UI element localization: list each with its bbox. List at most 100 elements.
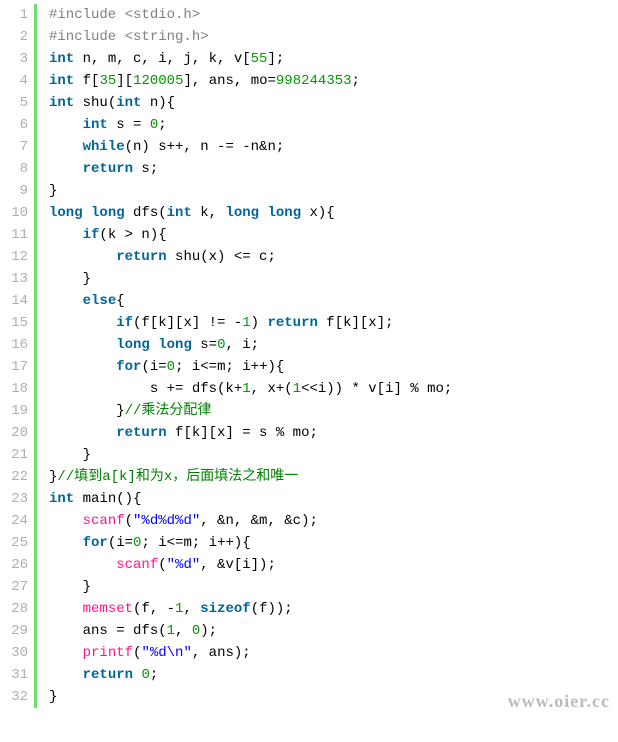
code-token xyxy=(49,535,83,551)
code-line: int shu(int n){ xyxy=(49,92,452,114)
line-number: 6 xyxy=(4,114,28,136)
code-token xyxy=(49,645,83,661)
code-token: } xyxy=(49,447,91,463)
code-token: } xyxy=(49,403,125,419)
code-token: while xyxy=(83,139,125,155)
code-token: int xyxy=(49,51,74,67)
line-number: 31 xyxy=(4,664,28,686)
code-token: (f)); xyxy=(251,601,293,617)
line-number: 20 xyxy=(4,422,28,444)
code-token: return xyxy=(83,667,133,683)
code-token: int xyxy=(83,117,108,133)
code-token: ; xyxy=(352,73,360,89)
line-number: 26 xyxy=(4,554,28,576)
code-token xyxy=(49,337,116,353)
code-token: long xyxy=(158,337,192,353)
code-token: 35 xyxy=(99,73,116,89)
code-token: , &n, &m, &c); xyxy=(200,513,318,529)
code-token: //乘法分配律 xyxy=(125,403,212,419)
code-token: , &v[i]); xyxy=(200,557,276,573)
line-number: 24 xyxy=(4,510,28,532)
line-number: 9 xyxy=(4,180,28,202)
line-number: 19 xyxy=(4,400,28,422)
code-token: ) xyxy=(251,315,268,331)
code-token: sizeof xyxy=(200,601,250,617)
line-number: 12 xyxy=(4,246,28,268)
line-number: 4 xyxy=(4,70,28,92)
code-token: memset xyxy=(83,601,133,617)
code-line: for(i=0; i<=m; i++){ xyxy=(49,356,452,378)
code-token: 1 xyxy=(242,381,250,397)
code-line: long long s=0, i; xyxy=(49,334,452,356)
code-line: } xyxy=(49,444,452,466)
code-token: ; xyxy=(150,667,158,683)
line-number: 30 xyxy=(4,642,28,664)
code-token: 1 xyxy=(167,623,175,639)
code-token: return xyxy=(83,161,133,177)
code-token: return xyxy=(116,249,166,265)
code-token xyxy=(49,425,116,441)
line-number: 5 xyxy=(4,92,28,114)
code-line: int n, m, c, i, j, k, v[55]; xyxy=(49,48,452,70)
code-token: k, xyxy=(192,205,226,221)
code-token: printf xyxy=(83,645,133,661)
code-token: ; i<=m; i++){ xyxy=(141,535,250,551)
code-token: long xyxy=(49,205,83,221)
line-number: 8 xyxy=(4,158,28,180)
code-token: int xyxy=(49,73,74,89)
code-line: while(n) s++, n -= -n&n; xyxy=(49,136,452,158)
code-line: return 0; xyxy=(49,664,452,686)
code-token: "%d" xyxy=(167,557,201,573)
code-token: 1 xyxy=(242,315,250,331)
code-token: for xyxy=(83,535,108,551)
line-number: 21 xyxy=(4,444,28,466)
code-line: ans = dfs(1, 0); xyxy=(49,620,452,642)
code-line: scanf("%d%d%d", &n, &m, &c); xyxy=(49,510,452,532)
code-token: long xyxy=(267,205,301,221)
code-token: (k > n){ xyxy=(99,227,166,243)
code-token xyxy=(150,337,158,353)
line-number: 29 xyxy=(4,620,28,642)
code-token: int xyxy=(116,95,141,111)
code-body: #include <stdio.h>#include <string.h>int… xyxy=(37,4,452,708)
code-token: 1 xyxy=(293,381,301,397)
code-token: (i= xyxy=(141,359,166,375)
code-line: scanf("%d", &v[i]); xyxy=(49,554,452,576)
code-token xyxy=(49,249,116,265)
code-token: ; i<=m; i++){ xyxy=(175,359,284,375)
code-token: (f[k][x] != - xyxy=(133,315,242,331)
code-line: memset(f, -1, sizeof(f)); xyxy=(49,598,452,620)
line-number: 2 xyxy=(4,26,28,48)
code-token xyxy=(49,601,83,617)
line-number: 7 xyxy=(4,136,28,158)
code-token xyxy=(49,227,83,243)
code-line: else{ xyxy=(49,290,452,312)
code-token: 0 xyxy=(167,359,175,375)
code-token: return xyxy=(267,315,317,331)
line-number: 32 xyxy=(4,686,28,708)
code-line: for(i=0; i<=m; i++){ xyxy=(49,532,452,554)
line-number: 25 xyxy=(4,532,28,554)
line-number: 23 xyxy=(4,488,28,510)
code-token: 0 xyxy=(192,623,200,639)
code-token: n, m, c, i, j, k, v[ xyxy=(74,51,250,67)
code-token xyxy=(49,117,83,133)
code-token: } xyxy=(49,271,91,287)
code-token: (f, - xyxy=(133,601,175,617)
code-token: (i= xyxy=(108,535,133,551)
code-token xyxy=(83,205,91,221)
line-number: 10 xyxy=(4,202,28,224)
code-token: ]; xyxy=(267,51,284,67)
code-token: main(){ xyxy=(74,491,141,507)
code-line: } xyxy=(49,576,452,598)
code-token: for xyxy=(116,359,141,375)
code-line: } xyxy=(49,180,452,202)
code-token xyxy=(49,513,83,529)
line-number: 11 xyxy=(4,224,28,246)
code-line: int f[35][120005], ans, mo=998244353; xyxy=(49,70,452,92)
code-token: "%d\n" xyxy=(141,645,191,661)
code-token: 0 xyxy=(150,117,158,133)
code-token: dfs( xyxy=(125,205,167,221)
code-line: } xyxy=(49,686,452,708)
code-token: { xyxy=(116,293,124,309)
